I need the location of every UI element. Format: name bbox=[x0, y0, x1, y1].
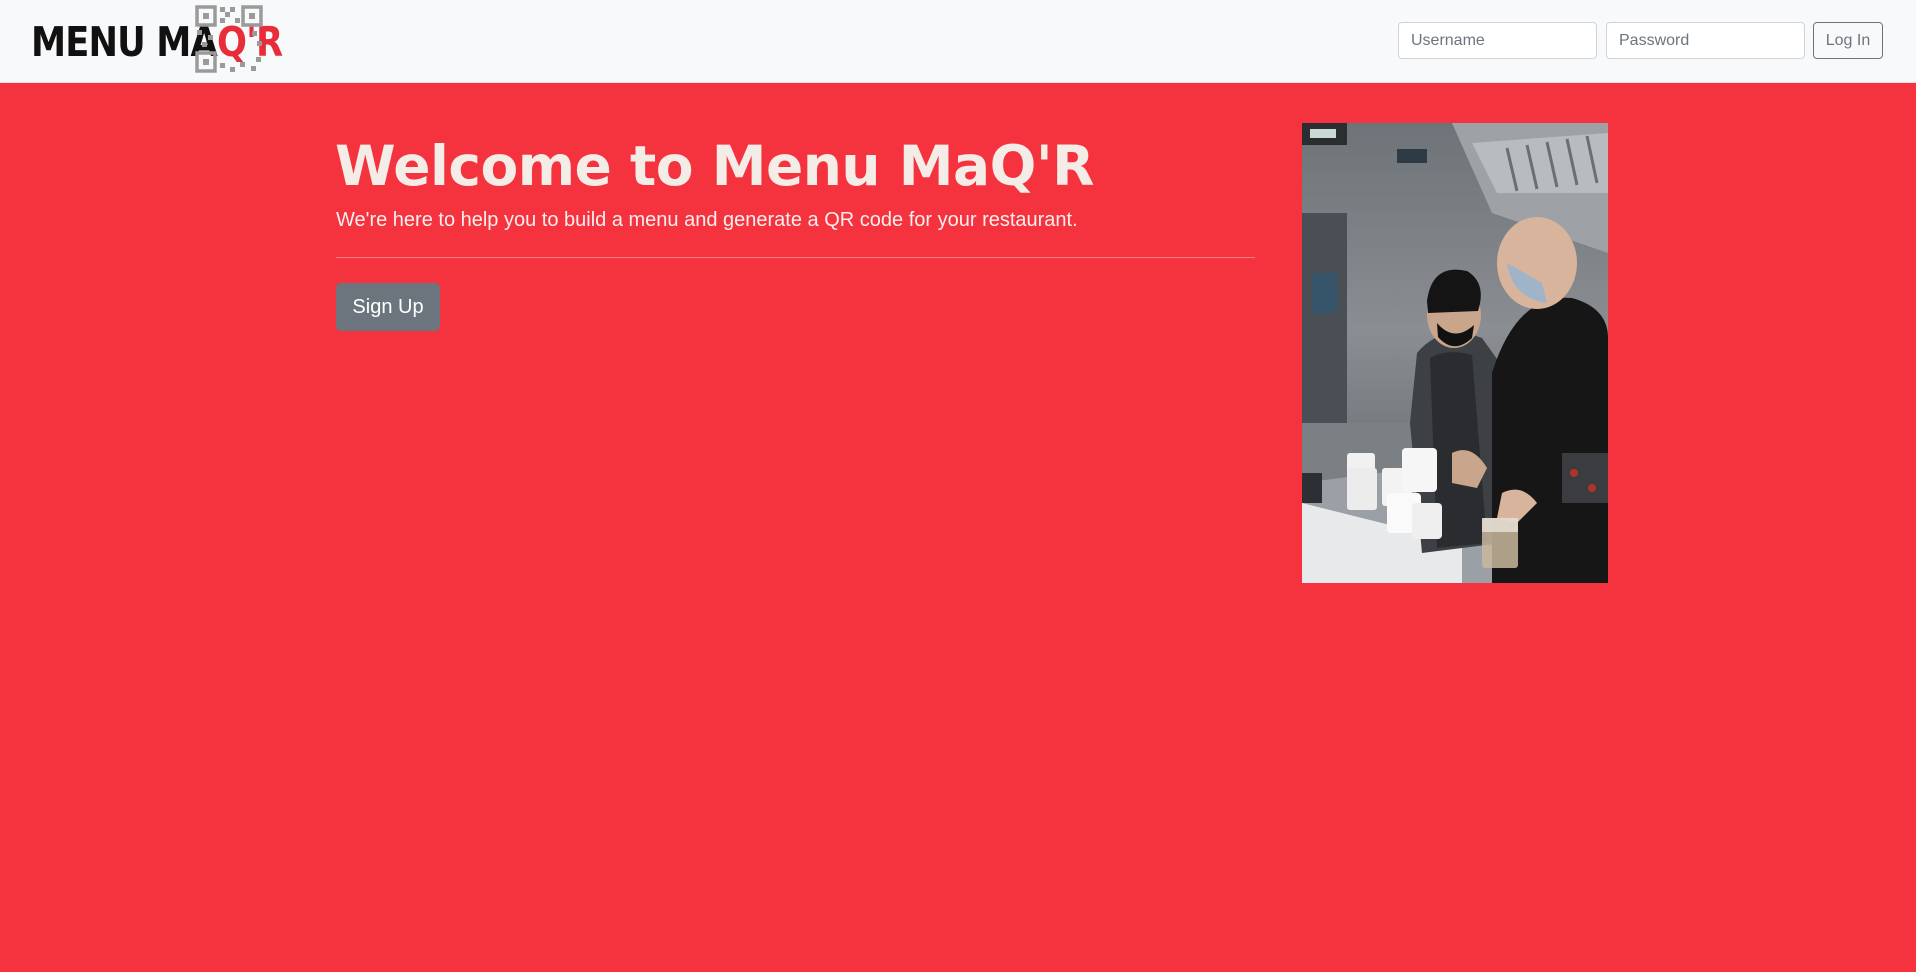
hero-title: Welcome to Menu MaQ'R bbox=[335, 134, 1095, 198]
qr-code-icon bbox=[195, 5, 263, 73]
navbar: MENU MAQ'R Username Log In bbox=[0, 0, 1916, 83]
hero-lead-text: We're here to help you to build a menu a… bbox=[336, 209, 1078, 231]
sign-up-button[interactable]: Sign Up bbox=[336, 283, 440, 331]
brand-logo[interactable]: MENU MAQ'R bbox=[31, 4, 283, 74]
login-button[interactable]: Log In bbox=[1813, 22, 1883, 59]
kitchen-photo bbox=[1302, 123, 1608, 583]
hero-divider bbox=[336, 257, 1255, 258]
logo-text-main: MENU MA bbox=[31, 18, 218, 66]
username-input[interactable] bbox=[1398, 22, 1597, 59]
password-input[interactable] bbox=[1606, 22, 1805, 59]
